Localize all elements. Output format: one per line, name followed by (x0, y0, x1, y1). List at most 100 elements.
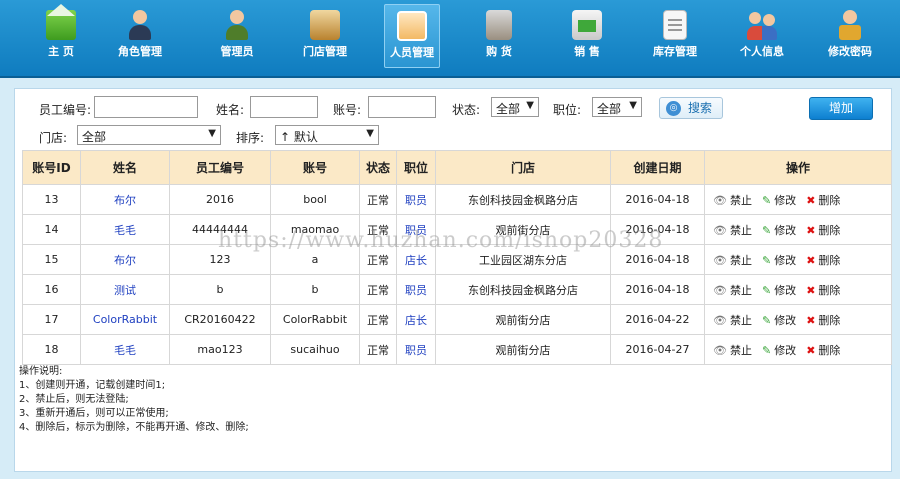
cell-store: 观前街分店 (435, 304, 611, 335)
purchase-icon (486, 10, 512, 40)
search-button[interactable]: ◎ 搜索 (659, 97, 723, 119)
edit-button-label: 修改 (774, 343, 797, 357)
cell-account: ColorRabbit (270, 304, 360, 335)
cell-position[interactable]: 店长 (396, 244, 436, 275)
notes-title: 操作说明: (19, 366, 63, 377)
cell-name[interactable]: 布尔 (80, 244, 170, 275)
nav-purchase-label: 购 货 (486, 45, 512, 58)
edit-button-label: 修改 (774, 283, 797, 297)
cell-position[interactable]: 职员 (396, 334, 436, 365)
position-select-value: 全部 (597, 102, 622, 116)
name-input[interactable] (250, 96, 318, 118)
nav-stores[interactable]: 门店管理 (297, 4, 353, 68)
cell-account: b (270, 274, 360, 305)
edit-button[interactable]: ✎ 修改 (762, 312, 796, 328)
cell-created-date: 2016-04-27 (610, 334, 705, 365)
nav-profile[interactable]: 个人信息 (734, 4, 790, 68)
nav-staff-label: 人员管理 (390, 46, 434, 59)
cell-name[interactable]: 测试 (80, 274, 170, 305)
cell-created-date: 2016-04-22 (610, 304, 705, 335)
chevron-down-icon: ▼ (208, 128, 216, 139)
cell-position[interactable]: 职员 (396, 214, 436, 245)
nav-roles-label: 角色管理 (118, 45, 162, 58)
disable-button[interactable]: 👁 禁止 (713, 222, 752, 238)
delete-button[interactable]: ✖ 删除 (806, 222, 840, 238)
delete-icon: ✖ (806, 253, 816, 267)
edit-button[interactable]: ✎ 修改 (762, 282, 796, 298)
table-row: 14 毛毛 44444444 maomao 正常 职员 观前街分店 2016-04-18 👁 禁止… (22, 214, 892, 245)
delete-button[interactable]: ✖ 删除 (806, 282, 840, 298)
disable-button[interactable]: 👁 禁止 (713, 252, 752, 268)
cell-status: 正常 (359, 184, 397, 215)
cell-position[interactable]: 职员 (396, 274, 436, 305)
disable-button[interactable]: 👁 禁止 (713, 342, 752, 358)
disable-button[interactable]: 👁 禁止 (713, 312, 752, 328)
table-row: 16 测试 b b 正常 职员 东创科技园金枫路分店 2016-04-18 👁 禁止 ✎ 修改 ✖ 删除 (22, 274, 892, 305)
nav-admins[interactable]: 管理员 (209, 4, 265, 68)
delete-button-label: 删除 (818, 193, 841, 207)
status-select[interactable]: 全部 ▼ (491, 97, 539, 117)
profile-icon (747, 10, 777, 40)
nav-password[interactable]: 修改密码 (822, 4, 878, 68)
cell-store: 观前街分店 (435, 214, 611, 245)
store-select[interactable]: 全部 ▼ (77, 125, 221, 145)
nav-sales-label: 销 售 (574, 45, 600, 58)
cell-name[interactable]: 毛毛 (80, 214, 170, 245)
nav-inventory[interactable]: 库存管理 (647, 4, 703, 68)
store-icon (310, 10, 340, 40)
chevron-down-icon: ▼ (526, 100, 534, 111)
table-row: 17 ColorRabbit CR20160422 ColorRabbit 正常 店长 观前… (22, 304, 892, 335)
cell-employee-no: mao123 (169, 334, 271, 365)
nav-home[interactable]: 主 页 (33, 4, 89, 68)
edit-button-label: 修改 (774, 193, 797, 207)
store-label: 门店: (39, 131, 68, 145)
delete-button[interactable]: ✖ 删除 (806, 252, 840, 268)
nav-sales[interactable]: 销 售 (559, 4, 615, 68)
account-input[interactable] (368, 96, 436, 118)
cell-actions: 👁 禁止 ✎ 修改 ✖ 删除 (704, 334, 892, 365)
operation-notes: 操作说明: 1、创建则开通，记载创建时间1; 2、禁止后，则无法登陆; 3、重新… (19, 365, 249, 435)
nav-purchase[interactable]: 购 货 (471, 4, 527, 68)
cell-name[interactable]: ColorRabbit (80, 304, 170, 335)
edit-button[interactable]: ✎ 修改 (762, 252, 796, 268)
cell-position[interactable]: 店长 (396, 304, 436, 335)
nav-stores-label: 门店管理 (303, 45, 347, 58)
admin-icon (222, 10, 252, 40)
edit-button[interactable]: ✎ 修改 (762, 342, 796, 358)
cell-actions: 👁 禁止 ✎ 修改 ✖ 删除 (704, 274, 892, 305)
note-line: 2、禁止后，则无法登陆; (19, 394, 129, 405)
employee-no-input[interactable] (94, 96, 198, 118)
sort-select[interactable]: ↑ 默认 ▼ (275, 125, 379, 145)
add-button[interactable]: 增加 (809, 97, 873, 120)
edit-icon: ✎ (761, 343, 772, 357)
cell-position[interactable]: 职员 (396, 184, 436, 215)
cell-status: 正常 (359, 244, 397, 275)
cell-account: sucaihuo (270, 334, 360, 365)
delete-button[interactable]: ✖ 删除 (806, 312, 840, 328)
role-icon (125, 10, 155, 40)
edit-button[interactable]: ✎ 修改 (762, 192, 796, 208)
nav-roles[interactable]: 角色管理 (112, 4, 168, 68)
delete-button[interactable]: ✖ 删除 (806, 192, 840, 208)
position-select[interactable]: 全部 ▼ (592, 97, 642, 117)
edit-icon: ✎ (761, 283, 772, 297)
disable-button[interactable]: 👁 禁止 (713, 282, 752, 298)
cell-status: 正常 (359, 304, 397, 335)
disable-button[interactable]: 👁 禁止 (713, 192, 752, 208)
edit-button[interactable]: ✎ 修改 (762, 222, 796, 238)
name-label: 姓名: (216, 103, 245, 117)
staff-table: 账号ID 姓名 员工编号 账号 状态 职位 门店 创建日期 操作 13 布尔 201… (22, 150, 892, 365)
note-line: 1、创建则开通，记载创建时间1; (19, 380, 166, 391)
col-header-account: 账号 (270, 150, 360, 185)
col-header-id: 账号ID (22, 150, 81, 185)
delete-button[interactable]: ✖ 删除 (806, 342, 840, 358)
cell-name[interactable]: 毛毛 (80, 334, 170, 365)
delete-icon: ✖ (806, 343, 816, 357)
cell-name[interactable]: 布尔 (80, 184, 170, 215)
cell-store: 工业园区湖东分店 (435, 244, 611, 275)
disable-button-label: 禁止 (729, 313, 752, 327)
nav-staff[interactable]: 人员管理 (384, 4, 440, 68)
position-label: 职位: (553, 103, 582, 117)
nav-home-label: 主 页 (48, 45, 74, 58)
delete-button-label: 删除 (818, 223, 841, 237)
